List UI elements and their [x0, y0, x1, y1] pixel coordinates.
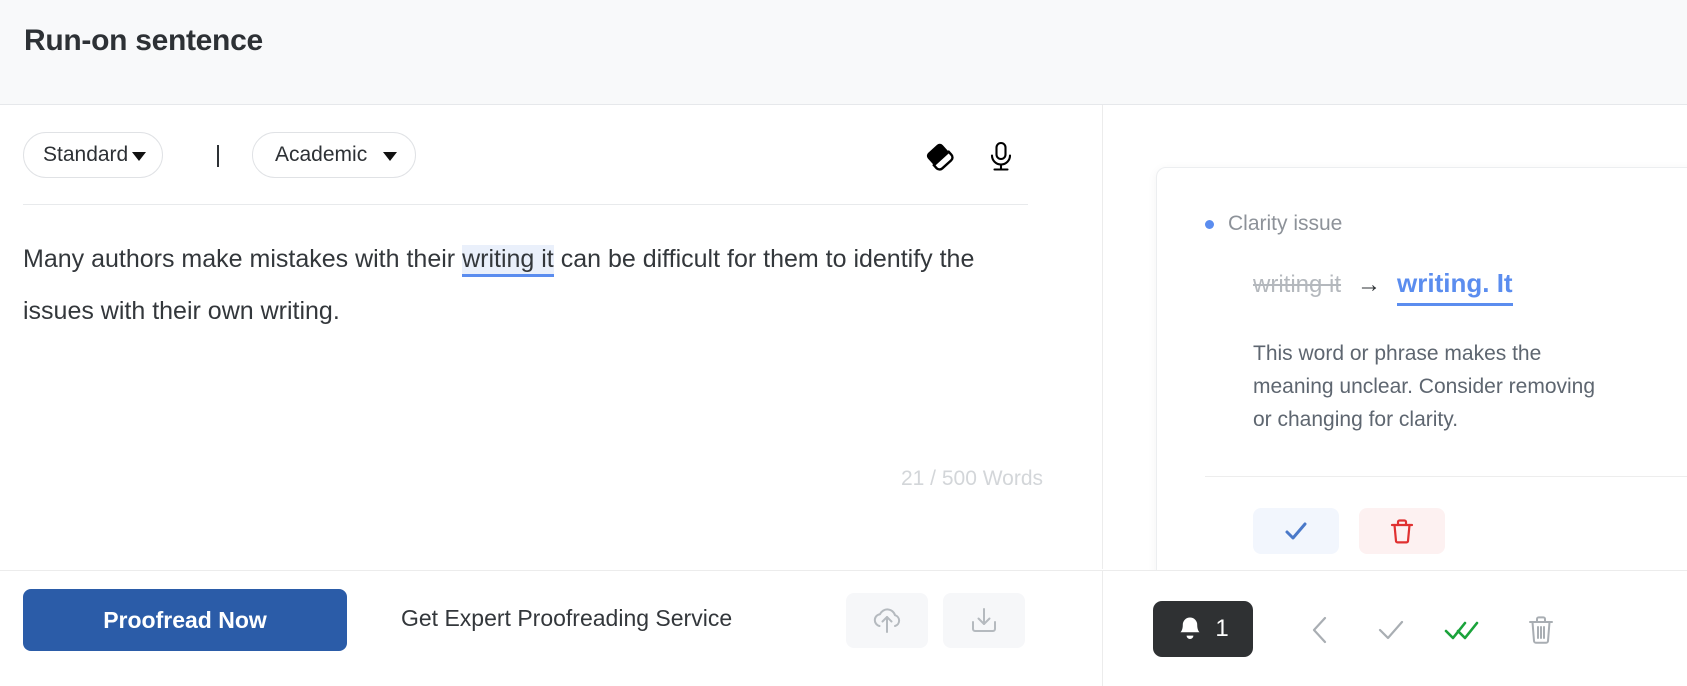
arrow-right-icon: → [1357, 271, 1382, 298]
card-divider [1205, 476, 1687, 477]
suggestion-description: This word or phrase makes the meaning un… [1253, 342, 1596, 431]
expert-service-link[interactable]: Get Expert Proofreading Service [401, 605, 732, 632]
suggestion-change: writing it → writing. It [1253, 268, 1513, 306]
notification-badge[interactable]: 1 [1153, 601, 1253, 657]
highlighted-phrase[interactable]: writing it [462, 245, 554, 277]
chevron-down-icon [383, 151, 398, 161]
download-icon[interactable] [943, 593, 1025, 648]
editor-toolbar: Standard Academic [0, 105, 1103, 204]
chevron-down-icon [132, 151, 147, 161]
previous-suggestion-button[interactable] [1300, 611, 1340, 649]
issue-bullet-icon [1205, 219, 1214, 229]
app-header: Run-on sentence [0, 0, 1687, 105]
bottom-left-actions: Proofread Now Get Expert Proofreading Se… [0, 571, 1103, 686]
accept-all-button[interactable] [1443, 611, 1483, 649]
word-count: 21 / 500 Words [900, 467, 1043, 490]
page-title: Run-on sentence [24, 24, 263, 57]
delete-button[interactable] [1521, 611, 1561, 649]
toolbar-divider [23, 204, 1028, 205]
style-dropdown-label: Academic [275, 143, 368, 166]
proofread-now-button[interactable]: Proofread Now [23, 589, 347, 651]
replacement-text[interactable]: writing. It [1397, 268, 1513, 306]
mode-dropdown[interactable]: Standard [23, 132, 164, 178]
reject-suggestion-button[interactable] [1359, 508, 1445, 554]
notification-count: 1 [1215, 615, 1229, 642]
suggestion-pane: Clarity issue writing it → writing. It T… [1104, 105, 1687, 587]
cloud-upload-icon[interactable] [846, 593, 928, 648]
original-text: writing it [1253, 271, 1342, 298]
toolbar-separator [217, 145, 219, 167]
proofreading-app: Run-on sentence Standard Academic Many a… [0, 0, 1687, 686]
issue-type: Clarity issue [1205, 212, 1342, 236]
issue-type-label: Clarity issue [1228, 212, 1343, 235]
suggestion-card: Clarity issue writing it → writing. It T… [1156, 167, 1687, 587]
bell-icon [1180, 617, 1200, 639]
style-dropdown[interactable]: Academic [252, 132, 417, 178]
bottom-bar: Proofread Now Get Expert Proofreading Se… [0, 570, 1687, 686]
document-text[interactable]: Many authors make mistakes with their wr… [23, 233, 1023, 337]
microphone-icon[interactable] [984, 141, 1018, 173]
eraser-icon[interactable] [923, 141, 957, 173]
text-before-highlight: Many authors make mistakes with their [23, 245, 463, 273]
card-action-buttons [1253, 508, 1445, 554]
accept-suggestion-button[interactable] [1253, 508, 1339, 554]
accept-button[interactable] [1371, 611, 1411, 649]
mode-dropdown-label: Standard [43, 143, 129, 166]
editor-pane: Standard Academic Many authors make mist… [0, 105, 1103, 569]
